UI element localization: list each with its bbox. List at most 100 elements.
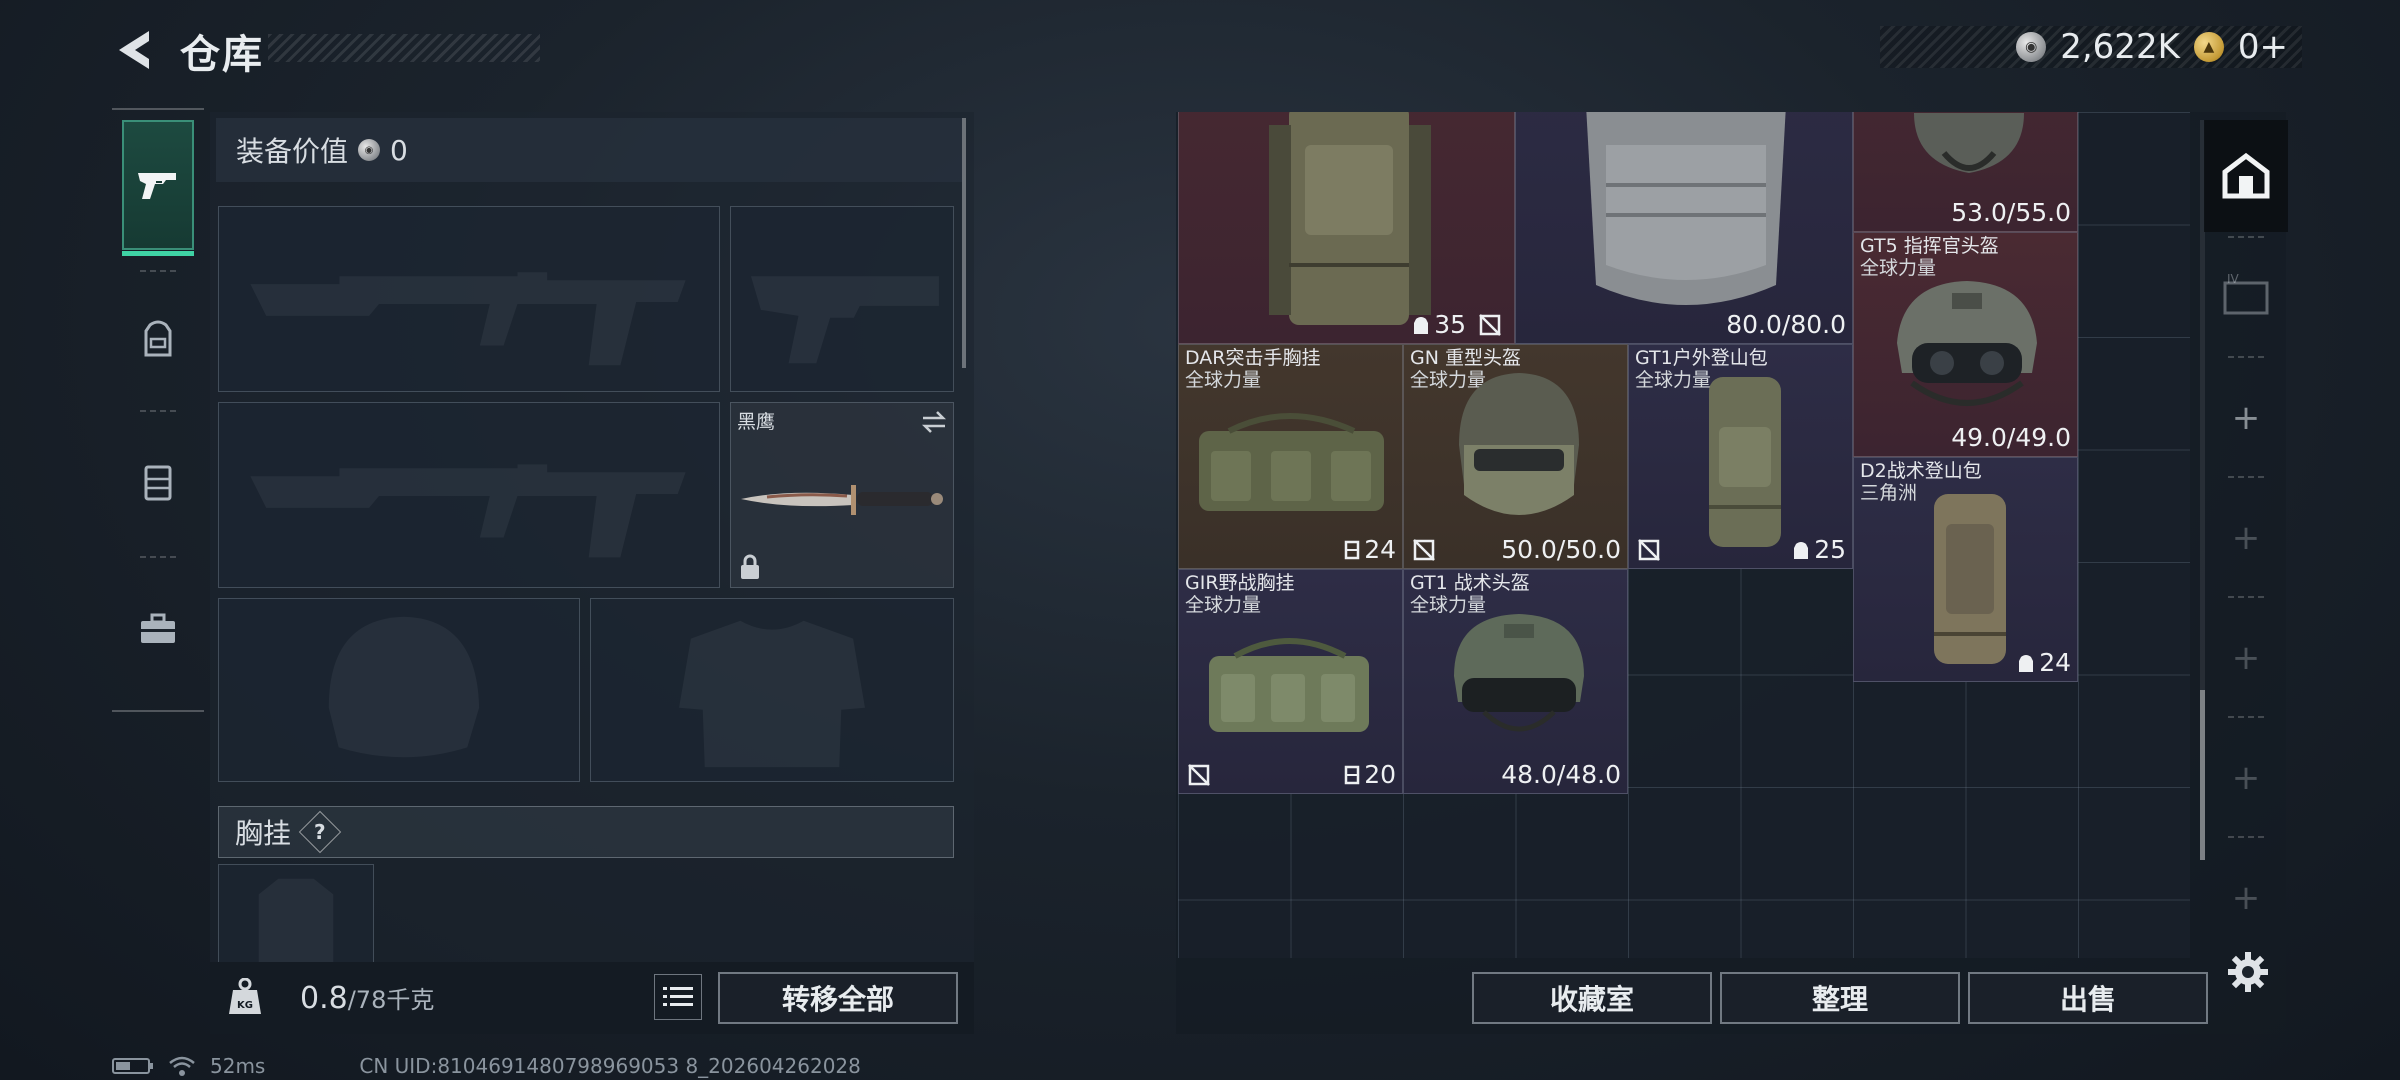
chest-rig-silhouette-icon	[258, 878, 334, 963]
body-armor-item[interactable]: 80.0/80.0	[1515, 112, 1853, 344]
tab-weapons[interactable]	[122, 120, 194, 256]
settings-button[interactable]	[2222, 946, 2274, 998]
add-page-button[interactable]: +	[2204, 602, 2288, 714]
no-insurance-icon	[1479, 314, 1501, 336]
backpack-image	[1709, 377, 1781, 547]
add-page-button[interactable]: +	[2204, 482, 2288, 594]
weight-readout: 0.8/78千克	[300, 980, 434, 1016]
add-page-button[interactable]: +	[2204, 362, 2288, 474]
status-line: 52ms CN UID:8104691480798969053 8_202604…	[112, 1054, 861, 1078]
transfer-all-button[interactable]: 转移全部	[718, 972, 958, 1024]
no-insurance-icon	[1413, 539, 1435, 561]
gear-icon	[2228, 952, 2268, 992]
capacity-value: 35	[1412, 310, 1466, 339]
melee-slot[interactable]: 黑鹰	[730, 402, 954, 588]
vest-icon	[1344, 765, 1360, 784]
knife-image	[741, 485, 943, 515]
lock-icon	[741, 554, 759, 579]
item-name: GT1户外登山包	[1635, 347, 1768, 369]
container-page-button[interactable]: IV	[2204, 238, 2288, 350]
helmet-image	[1897, 281, 2037, 406]
current-weight: 0.8	[300, 981, 348, 1016]
chest-rig-image	[1199, 413, 1384, 511]
warehouse-grid[interactable]: 35 80.0/80.0 53.0/55.0 GT5 指挥官头盔 全球力量 49…	[1178, 112, 2190, 958]
armor-image	[1586, 112, 1786, 305]
gt1-tactical-helmet-item[interactable]: GT1 战术头盔 全球力量 48.0/48.0	[1403, 569, 1628, 794]
add-page-button[interactable]: +	[2204, 722, 2288, 834]
add-icon: +	[2231, 638, 2261, 678]
svg-text:KG: KG	[237, 1000, 253, 1011]
loadout-scrollbar[interactable]	[962, 118, 966, 368]
durability-value: 48.0/48.0	[1501, 760, 1621, 789]
silver-coin-icon: ◉	[2016, 32, 2047, 62]
secondary-weapon-slot[interactable]	[218, 402, 720, 588]
toolbox-icon	[141, 613, 175, 643]
primary-weapon-slot[interactable]	[218, 206, 720, 392]
ping-value: 52ms	[210, 1054, 266, 1078]
backpack-icon	[144, 320, 172, 357]
swap-icon[interactable]	[919, 409, 949, 435]
equipment-value: 0	[390, 133, 408, 167]
tab-vest[interactable]	[122, 418, 194, 548]
tab-backpack[interactable]	[122, 274, 194, 404]
weight-icon: KG	[218, 968, 272, 1026]
warehouse-page-panel: IV + + + + +	[2204, 116, 2288, 956]
list-icon	[663, 987, 693, 1006]
add-page-button[interactable]: +	[2204, 842, 2288, 954]
no-insurance-icon	[1638, 539, 1660, 561]
item-name: DAR突击手胸挂	[1185, 347, 1321, 369]
d2-backpack-item[interactable]: D2战术登山包 三角洲 24	[1853, 457, 2078, 682]
back-button[interactable]	[108, 22, 158, 78]
chest-rig-image	[1209, 638, 1369, 732]
back-arrow-icon	[119, 31, 149, 69]
help-icon[interactable]: ?	[298, 810, 342, 854]
rifle-silhouette-icon	[250, 272, 686, 366]
helmet-silhouette-icon	[328, 616, 480, 758]
category-tab-strip	[112, 108, 204, 712]
add-icon: +	[2231, 878, 2261, 918]
backpack-icon	[1794, 541, 1809, 559]
currency-bar: ◉ 2,622K ▲ 0+	[1880, 26, 2302, 68]
body-armor-slot[interactable]	[590, 598, 954, 782]
warehouse-icon	[2222, 152, 2270, 199]
helmet-item[interactable]: 53.0/55.0	[1853, 112, 2078, 232]
sidearm-slot[interactable]	[730, 206, 954, 392]
helmet-slot[interactable]	[218, 598, 580, 782]
container-icon: IV	[2223, 272, 2269, 315]
durability-value: 80.0/80.0	[1726, 310, 1846, 339]
silver-currency-value: 2,622K	[2060, 27, 2180, 67]
item-name: GT5 指挥官头盔	[1860, 235, 1999, 257]
dar-chest-rig-item[interactable]: DAR突击手胸挂 全球力量 24	[1178, 344, 1403, 569]
silver-coin-icon: ◉	[358, 139, 381, 161]
add-icon: +	[2231, 398, 2261, 438]
item-name: D2战术登山包	[1860, 460, 1982, 482]
equipment-value-label: 装备价值	[236, 135, 349, 168]
backpack-icon	[1414, 316, 1429, 334]
rifle-silhouette-icon	[250, 464, 686, 558]
item-faction: 全球力量	[1185, 594, 1262, 616]
durability-value: 49.0/49.0	[1951, 423, 2071, 452]
equipment-value-header: 装备价值 ◉ 0	[216, 118, 962, 182]
gir-chest-rig-item[interactable]: GIR野战胸挂 全球力量 20	[1178, 569, 1403, 794]
collection-room-button[interactable]: 收藏室	[1472, 972, 1712, 1024]
item-faction: 全球力量	[1185, 369, 1262, 391]
durability-value: 50.0/50.0	[1501, 535, 1621, 564]
gn-heavy-helmet-item[interactable]: GN 重型头盔 全球力量 50.0/50.0	[1403, 344, 1628, 569]
tab-toolbox[interactable]	[122, 564, 194, 694]
pistol-icon	[138, 173, 176, 199]
vest-icon	[1344, 540, 1360, 559]
uid-text: CN UID:8104691480798969053 8_20260426202…	[359, 1054, 861, 1078]
sell-button[interactable]: 出售	[1968, 972, 2208, 1024]
wifi-icon	[169, 1056, 195, 1076]
gt1-backpack-item[interactable]: GT1户外登山包 全球力量 25	[1628, 344, 1853, 569]
add-icon: +	[2231, 758, 2261, 798]
gt5-helmet-item[interactable]: GT5 指挥官头盔 全球力量 49.0/49.0	[1853, 232, 2078, 457]
warehouse-page-main[interactable]	[2204, 120, 2288, 232]
capacity-value: 25	[1792, 535, 1846, 564]
capacity-value: 24	[1344, 535, 1396, 564]
chest-rig-slot[interactable]	[218, 864, 374, 964]
list-view-button[interactable]	[654, 974, 702, 1020]
backpack-icon	[2019, 654, 2034, 672]
backpack-item[interactable]: 35	[1178, 112, 1515, 344]
sort-button[interactable]: 整理	[1720, 972, 1960, 1024]
